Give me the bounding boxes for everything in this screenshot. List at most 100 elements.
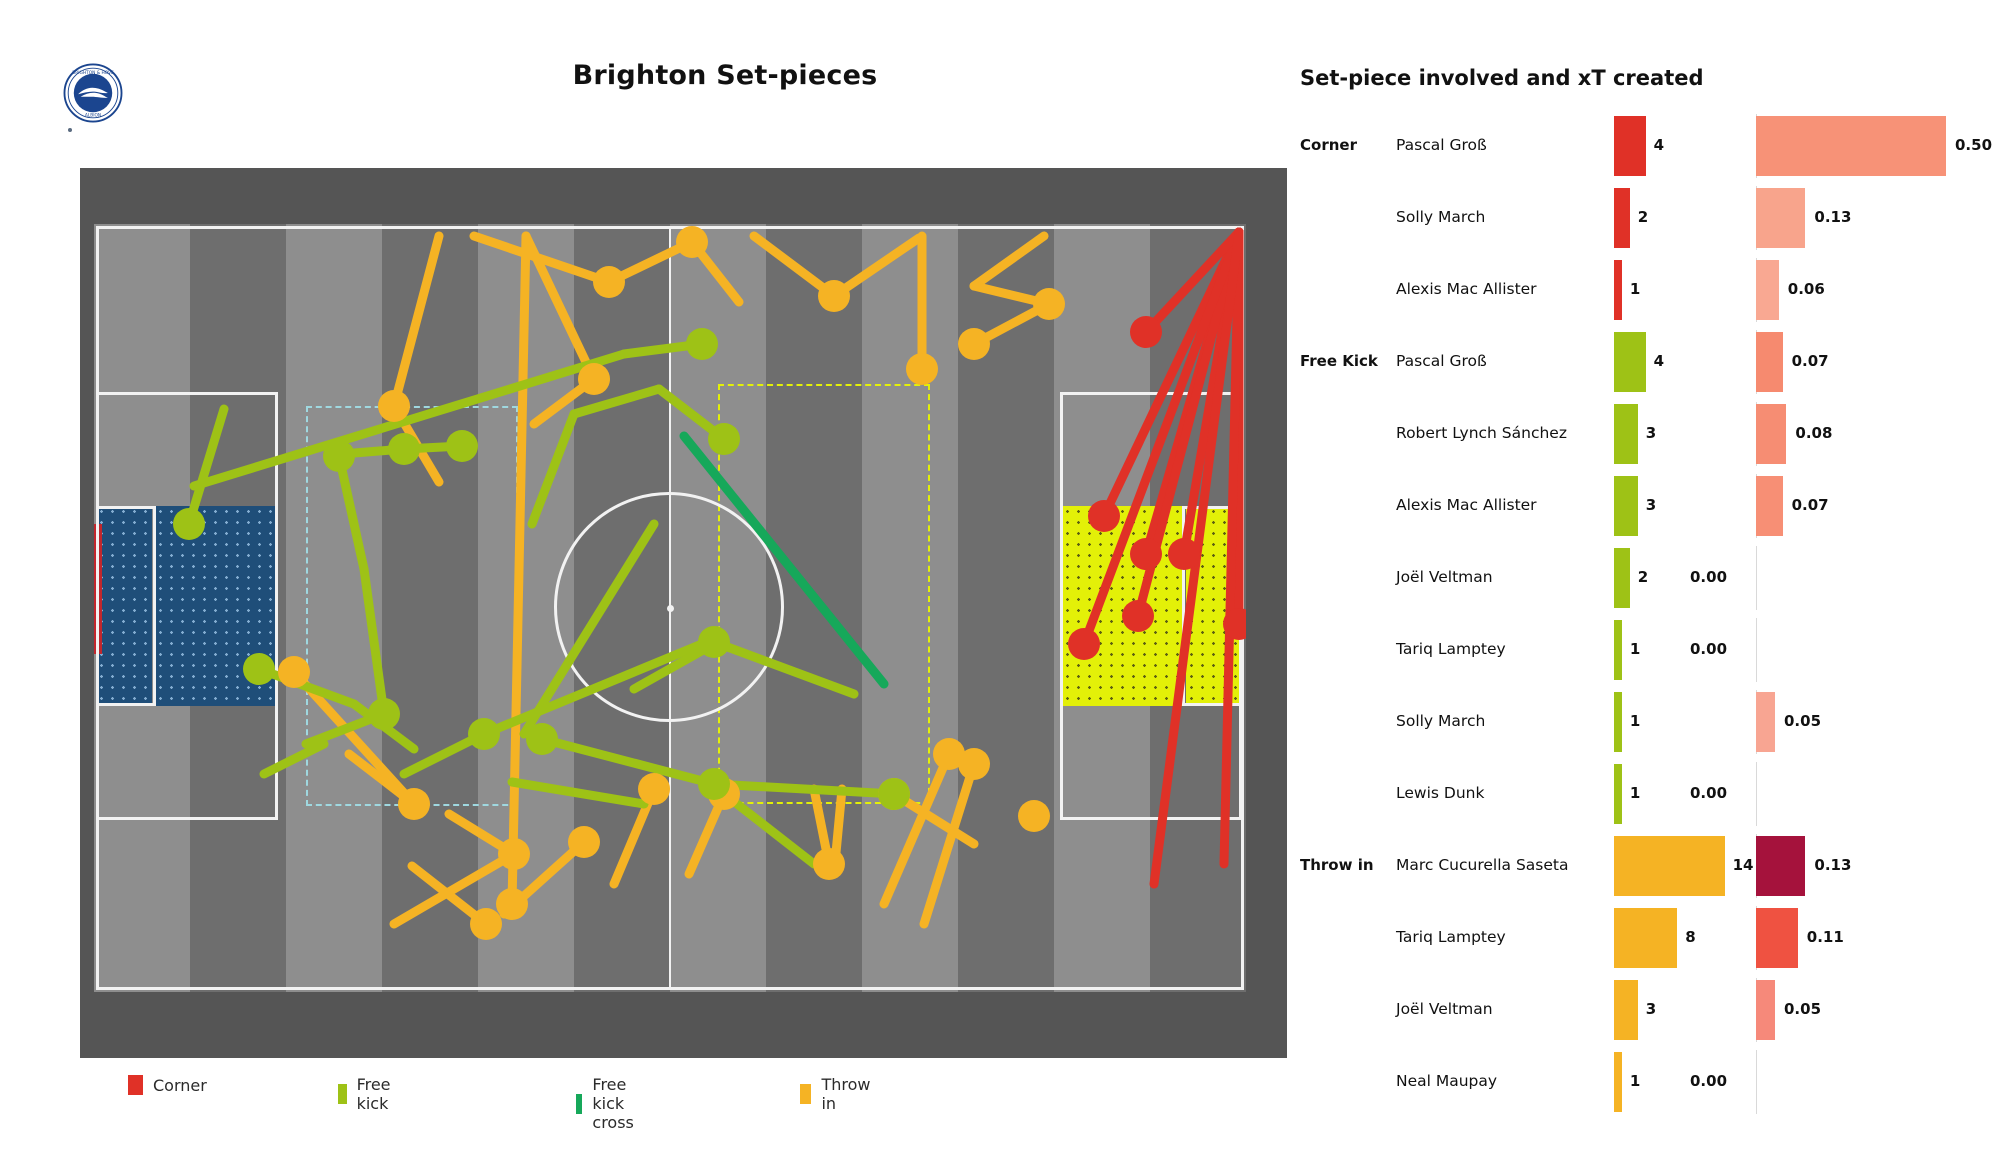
xt-value: 0.13	[1814, 208, 1852, 226]
table-row[interactable]: Joël Veltman 2 0.00	[1300, 542, 1972, 614]
xt-axis-baseline	[1756, 618, 1758, 682]
xt-value: 0.00	[1690, 568, 1728, 586]
xt-bar[interactable]	[1756, 836, 1806, 896]
count-bar[interactable]	[1614, 476, 1638, 536]
legend-label: Free kick cross	[592, 1075, 634, 1132]
brighton-crest-icon: BRIGHTON & HOVE ALBION	[63, 63, 123, 123]
count-value: 8	[1685, 928, 1696, 946]
table-row[interactable]: Solly March 1 0.05	[1300, 686, 1972, 758]
player-name: Pascal Groß	[1396, 136, 1487, 154]
legend-label: Free kick	[356, 1075, 391, 1113]
table-row[interactable]: Corner Pascal Groß 4 0.50	[1300, 110, 1992, 182]
count-value: 14	[1732, 856, 1754, 874]
table-row[interactable]: Neal Maupay 1 0.00	[1300, 1046, 1972, 1118]
xt-value: 0.05	[1784, 712, 1822, 730]
table-row[interactable]: Robert Lynch Sánchez 3 0.08	[1300, 398, 1972, 470]
xt-value: 0.11	[1806, 928, 1844, 946]
football-pitch	[94, 224, 1246, 992]
player-name: Solly March	[1396, 712, 1486, 730]
player-name: Neal Maupay	[1396, 1072, 1498, 1090]
xt-bar[interactable]	[1756, 332, 1783, 392]
count-bar[interactable]	[1614, 620, 1622, 680]
count-bar[interactable]	[1614, 116, 1646, 176]
count-bar[interactable]	[1614, 332, 1646, 392]
count-value: 1	[1629, 1072, 1641, 1090]
set-piece-bar-chart: Corner Pascal Groß 4 0.50 Solly March 2 0.13 Al…	[1300, 110, 1992, 1120]
count-bar[interactable]	[1614, 404, 1638, 464]
legend-label: Throw in	[821, 1075, 871, 1113]
xt-axis-baseline	[1756, 1050, 1758, 1114]
xt-value: 0.13	[1814, 856, 1852, 874]
count-value: 1	[1629, 280, 1641, 298]
count-bar[interactable]	[1614, 692, 1622, 752]
xt-bar[interactable]	[1756, 260, 1779, 320]
legend-label: Corner	[153, 1075, 207, 1095]
count-bar[interactable]	[1614, 908, 1678, 968]
xt-value: 0.00	[1690, 1072, 1728, 1090]
table-row[interactable]: Tariq Lamptey 8 0.11	[1300, 902, 1972, 974]
table-row[interactable]: Tariq Lamptey 1 0.00	[1300, 614, 1972, 686]
count-bar[interactable]	[1614, 836, 1725, 896]
svg-text:ALBION: ALBION	[85, 113, 101, 119]
xt-axis-baseline	[1756, 546, 1758, 610]
xt-bar[interactable]	[1756, 692, 1775, 752]
svg-text:BRIGHTON & HOVE: BRIGHTON & HOVE	[72, 70, 114, 76]
count-bar[interactable]	[1614, 1052, 1622, 1112]
pitch-frame	[80, 168, 1287, 1058]
xt-bar[interactable]	[1756, 404, 1787, 464]
player-name: Pascal Groß	[1396, 352, 1487, 370]
table-row[interactable]: Lewis Dunk 1 0.00	[1300, 758, 1972, 830]
player-name: Alexis Mac Allister	[1396, 280, 1537, 298]
count-value: 1	[1629, 712, 1641, 730]
table-row[interactable]: Joël Veltman 3 0.05	[1300, 974, 1972, 1046]
xt-bar[interactable]	[1756, 476, 1783, 536]
free-kick-swatch-icon	[338, 1084, 347, 1104]
player-name: Robert Lynch Sánchez	[1396, 424, 1567, 442]
player-name: Joël Veltman	[1396, 1000, 1493, 1018]
count-value: 2	[1637, 208, 1649, 226]
xt-value: 0.06	[1787, 280, 1825, 298]
xt-value: 0.50	[1955, 136, 1993, 154]
xt-bar[interactable]	[1756, 116, 1946, 176]
count-value: 3	[1645, 1000, 1657, 1018]
count-bar[interactable]	[1614, 548, 1630, 608]
free-kick-cross-swatch-icon	[576, 1093, 583, 1114]
legend-item-free-kick-cross: Free kick cross	[576, 1075, 642, 1132]
xt-value: 0.00	[1690, 640, 1728, 658]
count-value: 3	[1645, 496, 1657, 514]
player-name: Tariq Lamptey	[1396, 928, 1506, 946]
table-row[interactable]: Solly March 2 0.13	[1300, 182, 1972, 254]
count-bar[interactable]	[1614, 188, 1630, 248]
count-value: 2	[1637, 568, 1649, 586]
xt-bar[interactable]	[1756, 908, 1798, 968]
table-row[interactable]: Throw in Marc Cucurella Saseta 14 0.13	[1300, 830, 1972, 902]
player-name: Lewis Dunk	[1396, 784, 1485, 802]
count-value: 4	[1653, 352, 1665, 370]
count-value: 3	[1645, 424, 1657, 442]
player-name: Alexis Mac Allister	[1396, 496, 1537, 514]
count-value: 4	[1653, 136, 1665, 154]
count-bar[interactable]	[1614, 980, 1638, 1040]
throw-in-swatch-icon	[800, 1084, 812, 1104]
xt-value: 0.07	[1791, 352, 1829, 370]
corner-swatch-icon	[128, 1075, 143, 1095]
xt-value: 0.07	[1791, 496, 1829, 514]
crest-shadow-dot	[68, 128, 72, 132]
table-row[interactable]: Free Kick Pascal Groß 4 0.07	[1300, 326, 1972, 398]
xt-value: 0.05	[1784, 1000, 1822, 1018]
count-bar[interactable]	[1614, 260, 1622, 320]
legend-item-free-kick: Free kick	[338, 1075, 397, 1113]
chart-title: Set-piece involved and xT created	[1300, 66, 1704, 90]
xt-bar[interactable]	[1756, 188, 1806, 248]
count-bar[interactable]	[1614, 764, 1622, 824]
xt-axis-baseline	[1756, 762, 1758, 826]
player-name: Joël Veltman	[1396, 568, 1493, 586]
set-piece-event-overlay	[173, 226, 1246, 940]
player-name: Tariq Lamptey	[1396, 640, 1506, 658]
player-name: Marc Cucurella Saseta	[1396, 856, 1569, 874]
xt-value: 0.08	[1795, 424, 1833, 442]
xt-bar[interactable]	[1756, 980, 1775, 1040]
table-row[interactable]: Alexis Mac Allister 1 0.06	[1300, 254, 1972, 326]
table-row[interactable]: Alexis Mac Allister 3 0.07	[1300, 470, 1972, 542]
count-value: 1	[1629, 640, 1641, 658]
